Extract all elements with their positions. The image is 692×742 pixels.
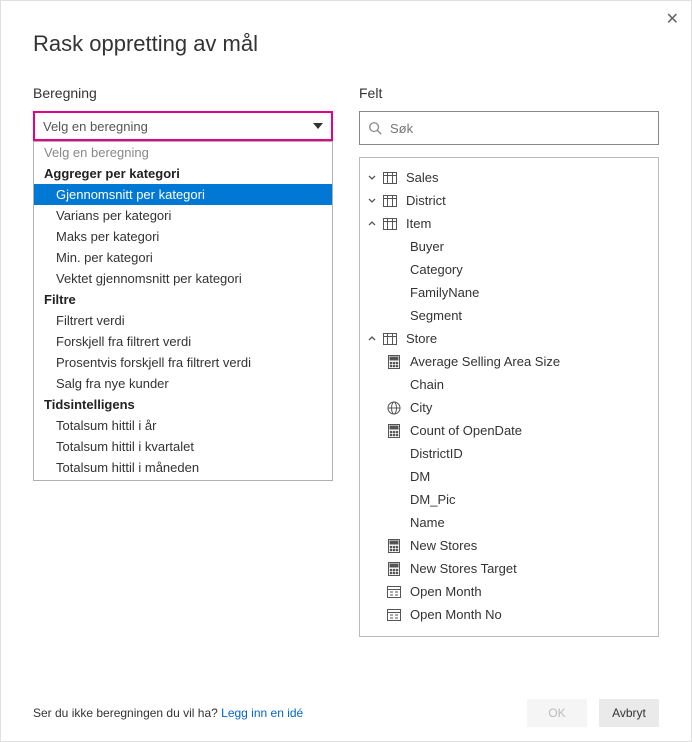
tree-node-label: Name bbox=[410, 515, 445, 530]
blank-icon bbox=[386, 239, 402, 255]
tree-field-node[interactable]: Count of OpenDate bbox=[360, 419, 658, 442]
tree-node-label: DM bbox=[410, 469, 430, 484]
tree-field-node[interactable]: New Stores bbox=[360, 534, 658, 557]
calc-select[interactable]: Velg en beregning bbox=[33, 111, 333, 141]
calc-group-header: Filtre bbox=[34, 289, 332, 310]
ok-button[interactable]: OK bbox=[527, 699, 587, 727]
fields-tree[interactable]: Sales District Item Buyer Category FamilyNane… bbox=[359, 157, 659, 637]
calc-option[interactable]: Maks per kategori bbox=[34, 226, 332, 247]
calc-group-header: Tidsintelligens bbox=[34, 394, 332, 415]
cancel-button[interactable]: Avbryt bbox=[599, 699, 659, 727]
dialog-title: Rask oppretting av mål bbox=[33, 31, 659, 57]
chevron-up-icon[interactable] bbox=[368, 220, 378, 228]
calc-section-label: Beregning bbox=[33, 85, 333, 101]
table-icon bbox=[382, 170, 398, 186]
fields-section-label: Felt bbox=[359, 85, 659, 101]
tree-table-node[interactable]: Sales bbox=[360, 166, 658, 189]
tree-node-label: Open Month bbox=[410, 584, 482, 599]
blank-icon bbox=[386, 308, 402, 324]
tree-node-label: FamilyNane bbox=[410, 285, 479, 300]
tree-field-node[interactable]: Open Month No bbox=[360, 603, 658, 626]
blank-icon bbox=[386, 377, 402, 393]
tree-field-node[interactable]: Name bbox=[360, 511, 658, 534]
blank-icon bbox=[386, 492, 402, 508]
tree-node-label: DistrictID bbox=[410, 446, 463, 461]
search-box[interactable] bbox=[359, 111, 659, 145]
chevron-down-icon[interactable] bbox=[368, 197, 378, 205]
tree-node-label: New Stores bbox=[410, 538, 477, 553]
tree-table-node[interactable]: Store bbox=[360, 327, 658, 350]
tree-field-node[interactable]: New Stores Target bbox=[360, 557, 658, 580]
tree-node-label: Buyer bbox=[410, 239, 444, 254]
blank-icon bbox=[386, 262, 402, 278]
chevron-down-icon[interactable] bbox=[368, 174, 378, 182]
calc-icon bbox=[386, 538, 402, 554]
close-icon[interactable]: ✕ bbox=[666, 9, 679, 29]
calc-option[interactable]: Forskjell fra filtrert verdi bbox=[34, 331, 332, 352]
tree-field-node[interactable]: Category bbox=[360, 258, 658, 281]
calc-dropdown-placeholder[interactable]: Velg en beregning bbox=[34, 142, 332, 163]
calc-icon bbox=[386, 561, 402, 577]
calc-option[interactable]: Min. per kategori bbox=[34, 247, 332, 268]
tree-field-node[interactable]: DM bbox=[360, 465, 658, 488]
chevron-up-icon[interactable] bbox=[368, 335, 378, 343]
blank-icon bbox=[386, 446, 402, 462]
tree-field-node[interactable]: Buyer bbox=[360, 235, 658, 258]
hier-icon bbox=[386, 607, 402, 623]
tree-node-label: Item bbox=[406, 216, 431, 231]
tree-node-label: DM_Pic bbox=[410, 492, 456, 507]
tree-node-label: City bbox=[410, 400, 432, 415]
tree-node-label: Segment bbox=[410, 308, 462, 323]
tree-node-label: Open Month No bbox=[410, 607, 502, 622]
blank-icon bbox=[386, 515, 402, 531]
tree-field-node[interactable]: DistrictID bbox=[360, 442, 658, 465]
tree-node-label: Chain bbox=[410, 377, 444, 392]
table-icon bbox=[382, 193, 398, 209]
calc-option[interactable]: Totalsum hittil i år bbox=[34, 415, 332, 436]
search-input[interactable] bbox=[390, 121, 650, 136]
calc-option[interactable]: Prosentvis forskjell fra filtrert verdi bbox=[34, 352, 332, 373]
hier-icon bbox=[386, 584, 402, 600]
tree-node-label: Category bbox=[410, 262, 463, 277]
search-icon bbox=[368, 121, 382, 135]
tree-node-label: Sales bbox=[406, 170, 439, 185]
tree-field-node[interactable]: DM_Pic bbox=[360, 488, 658, 511]
tree-field-node[interactable]: Chain bbox=[360, 373, 658, 396]
calc-option[interactable]: Totalsum hittil i kvartalet bbox=[34, 436, 332, 457]
calc-group-header: Aggreger per kategori bbox=[34, 163, 332, 184]
tree-field-node[interactable]: City bbox=[360, 396, 658, 419]
blank-icon bbox=[386, 285, 402, 301]
calc-option[interactable]: Salg fra nye kunder bbox=[34, 373, 332, 394]
calc-icon bbox=[386, 423, 402, 439]
tree-field-node[interactable]: Segment bbox=[360, 304, 658, 327]
calc-option[interactable]: Totalsum hittil i måneden bbox=[34, 457, 332, 478]
calc-option[interactable]: Varians per kategori bbox=[34, 205, 332, 226]
calc-icon bbox=[386, 354, 402, 370]
tree-table-node[interactable]: Item bbox=[360, 212, 658, 235]
calc-select-value: Velg en beregning bbox=[43, 119, 148, 134]
tree-node-label: Store bbox=[406, 331, 437, 346]
tree-field-node[interactable]: FamilyNane bbox=[360, 281, 658, 304]
calc-option[interactable]: Gjennomsnitt per kategori bbox=[34, 184, 332, 205]
tree-node-label: Count of OpenDate bbox=[410, 423, 522, 438]
calc-option[interactable]: Filtrert verdi bbox=[34, 310, 332, 331]
chevron-down-icon bbox=[313, 123, 323, 129]
globe-icon bbox=[386, 400, 402, 416]
tree-field-node[interactable]: Open Month bbox=[360, 580, 658, 603]
calc-option[interactable]: Vektet gjennomsnitt per kategori bbox=[34, 268, 332, 289]
footer-prompt: Ser du ikke beregningen du vil ha? Legg … bbox=[33, 706, 303, 720]
calc-dropdown[interactable]: Velg en beregningAggreger per kategoriGj… bbox=[33, 141, 333, 481]
tree-field-node[interactable]: Average Selling Area Size bbox=[360, 350, 658, 373]
table-icon bbox=[382, 331, 398, 347]
calc-option[interactable]: Endring fra år til år bbox=[34, 478, 332, 481]
table-icon bbox=[382, 216, 398, 232]
tree-node-label: District bbox=[406, 193, 446, 208]
blank-icon bbox=[386, 469, 402, 485]
tree-table-node[interactable]: District bbox=[360, 189, 658, 212]
tree-node-label: New Stores Target bbox=[410, 561, 517, 576]
tree-node-label: Average Selling Area Size bbox=[410, 354, 560, 369]
suggest-idea-link[interactable]: Legg inn en idé bbox=[221, 706, 303, 720]
